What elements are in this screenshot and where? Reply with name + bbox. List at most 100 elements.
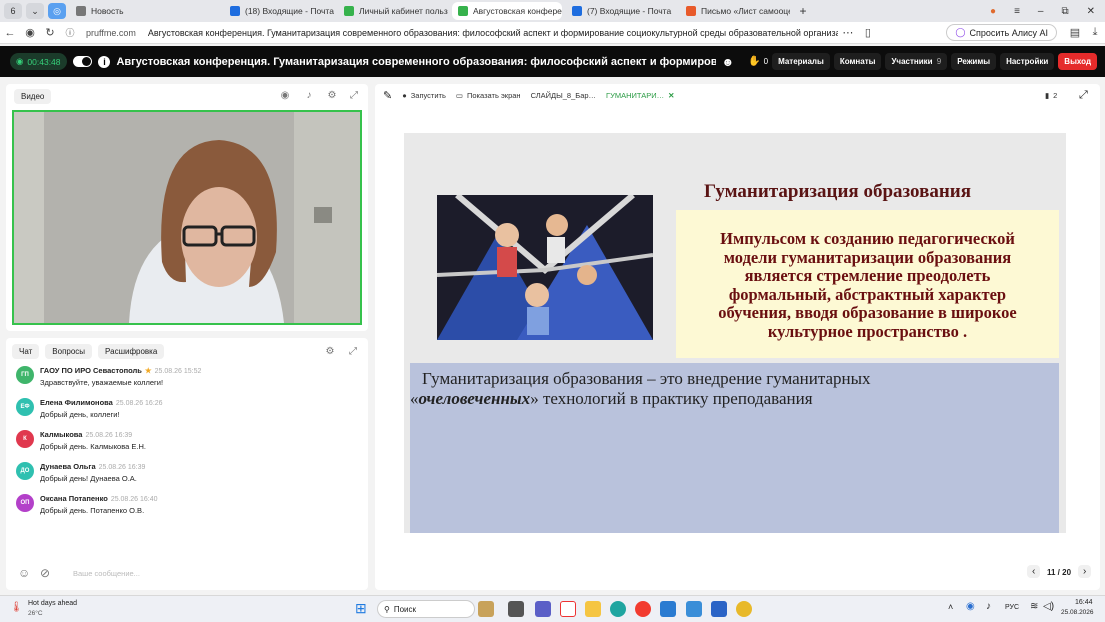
chat-expand-icon[interactable]: ⤢ [345, 344, 361, 360]
pin-icon[interactable]: ◉ [277, 88, 293, 104]
new-tab-button[interactable]: + [794, 3, 812, 19]
network-app-icon[interactable] [686, 601, 702, 617]
url-domain[interactable]: pruffme.com [86, 28, 136, 38]
fullscreen-icon[interactable]: ⤢ [1079, 89, 1088, 102]
chat-tab[interactable]: Вопросы [45, 344, 93, 359]
chrome-icon[interactable] [736, 601, 752, 617]
yandex-icon[interactable]: ◉ [20, 26, 40, 39]
site-info-icon[interactable]: ⓘ [60, 26, 80, 39]
edge-icon[interactable] [610, 601, 626, 617]
exit-button[interactable]: Выход [1058, 53, 1098, 70]
clock-time[interactable]: 16:44 [1075, 599, 1093, 606]
chat-tab[interactable]: Чат [12, 344, 40, 359]
gear-icon[interactable]: ⚙ [324, 88, 340, 104]
slide-box-line: формальный, абстрактный характер [728, 284, 1007, 304]
chat-settings-icon[interactable]: ⚙ [322, 344, 338, 360]
file-tab-1[interactable]: СЛАЙДЫ_8_Бар… [531, 91, 596, 100]
yandex-icon[interactable] [635, 601, 651, 617]
message-time: 25.08.26 15:52 [154, 368, 202, 375]
browser-tab[interactable]: Личный кабинет пользов… [338, 2, 448, 20]
modes-button[interactable]: Режимы [951, 53, 997, 70]
settings-button[interactable]: Настройки [1000, 53, 1055, 70]
slide-title: Гуманитаризация образования [704, 181, 972, 202]
next-slide-button[interactable]: › [1078, 565, 1092, 578]
ask-alisa-button[interactable]: ◯ Спросить Алису AI [946, 24, 1057, 41]
pen-icon[interactable]: ✎ [383, 89, 392, 102]
weather-icon[interactable]: 🌡 [10, 602, 23, 613]
search-icon: ⚲ [384, 604, 390, 614]
speaker-video[interactable] [12, 110, 362, 325]
tray-app-icon[interactable]: ◉ [966, 601, 975, 612]
word-icon[interactable] [711, 601, 727, 617]
tab-favicon-icon [458, 6, 468, 16]
lang-indicator[interactable]: РУС [1005, 604, 1019, 611]
tray-mic-icon[interactable]: ♪ [986, 601, 991, 612]
bookmark-icon[interactable]: ▯ [858, 26, 878, 39]
more-icon[interactable]: ⋯ [838, 26, 858, 39]
yandex-browser-icon[interactable] [560, 601, 576, 617]
start-menu-icon[interactable]: ⊞ [355, 600, 367, 617]
message-time: 25.08.26 16:26 [115, 400, 163, 407]
tab-groups-icon[interactable]: ◎ [48, 3, 66, 19]
menu-icon[interactable]: ≡ [1014, 6, 1020, 17]
speaker-video-image [14, 112, 360, 323]
video-label: Видео [14, 89, 52, 104]
browser-tab[interactable]: Письмо «Лист самооцен… [680, 2, 790, 20]
weather-temp: 26°C [28, 610, 43, 617]
url-page-title[interactable]: Августовская конференция. Гуманитаризаци… [148, 28, 838, 38]
prev-slide-button[interactable]: ‹ [1027, 565, 1041, 578]
message-time: 25.08.26 16:39 [85, 432, 133, 439]
participants-label: Участники [891, 57, 933, 66]
wifi-icon[interactable]: ≋ [1030, 601, 1038, 612]
weather-title[interactable]: Hot days ahead [28, 600, 77, 607]
message-input[interactable]: Ваше сообщение... [73, 569, 140, 578]
download-icon[interactable]: ⤓ [1085, 26, 1105, 39]
task-view-icon[interactable] [508, 601, 524, 617]
attach-icon[interactable]: ⊘ [40, 566, 50, 580]
taskbar-search[interactable]: ⚲ Поиск [377, 600, 475, 618]
browser-tab[interactable]: (7) Входящие - Почта [566, 2, 676, 20]
message-header: Дунаева Ольга 25.08.26 16:39 [40, 462, 145, 471]
chat-tab[interactable]: Расшифровка [98, 344, 165, 359]
info-icon[interactable]: i [98, 55, 111, 68]
photos-icon[interactable] [660, 601, 676, 617]
window-controls: ● ≡ – ⧉ ✕ [990, 6, 1105, 17]
expand-icon[interactable]: ⤢ [346, 88, 362, 104]
taskbar-app-icon[interactable] [478, 601, 494, 617]
explorer-icon[interactable] [585, 601, 601, 617]
profile-badge[interactable]: 6 [4, 3, 22, 19]
reload-icon[interactable]: ↻ [40, 26, 60, 39]
share-screen-button[interactable]: ▭ Показать экран [456, 91, 521, 100]
close-window-icon[interactable]: ✕ [1087, 6, 1095, 17]
raise-hand-icon[interactable]: ✋ [748, 56, 760, 67]
restore-icon[interactable]: ⧉ [1061, 6, 1068, 17]
monitor-icon: ▭ [455, 91, 463, 100]
emoji-icon[interactable]: ☺ [18, 566, 30, 580]
smile-icon[interactable]: ☻ [722, 55, 735, 69]
clock-date[interactable]: 25.08.2026 [1061, 609, 1094, 616]
start-button[interactable]: ● Запустить [402, 91, 446, 100]
avatar: ОП [16, 494, 34, 512]
reader-icon[interactable]: ▤ [1065, 26, 1085, 39]
mode-toggle[interactable] [72, 56, 93, 67]
tray-chevron-icon[interactable]: ˄ [948, 602, 953, 612]
volume-icon[interactable]: ◁) [1043, 601, 1054, 612]
avatar-icon[interactable]: ● [990, 6, 996, 17]
file-tab-2[interactable]: ГУМАНИТАРИ… ✕ [606, 91, 674, 100]
chat-message: ЕФ Елена Филимонова 25.08.26 16:26 Добрый д… [16, 398, 163, 419]
minimize-icon[interactable]: – [1038, 6, 1044, 17]
close-file-icon[interactable]: ✕ [668, 91, 674, 100]
microphone-icon[interactable]: ♪ [301, 88, 317, 104]
bookmarks-button[interactable]: ▮ 2 [1045, 91, 1057, 100]
recording-timer: ◉ 00:43:48 [10, 53, 67, 70]
browser-tab[interactable]: Новость [70, 2, 220, 20]
rooms-button[interactable]: Комнаты [833, 53, 882, 70]
materials-button[interactable]: Материалы [772, 53, 830, 70]
browser-tab[interactable]: Августовская конфере…✕ [452, 2, 562, 20]
back-icon[interactable]: ← [0, 27, 20, 39]
teams-icon[interactable] [535, 601, 551, 617]
participants-button[interactable]: Участники 9 [885, 53, 948, 70]
browser-tab[interactable]: (18) Входящие - Почта М… [224, 2, 334, 20]
play-icon: ● [402, 91, 407, 100]
tab-list-chevron-icon[interactable]: ⌄ [26, 3, 44, 19]
